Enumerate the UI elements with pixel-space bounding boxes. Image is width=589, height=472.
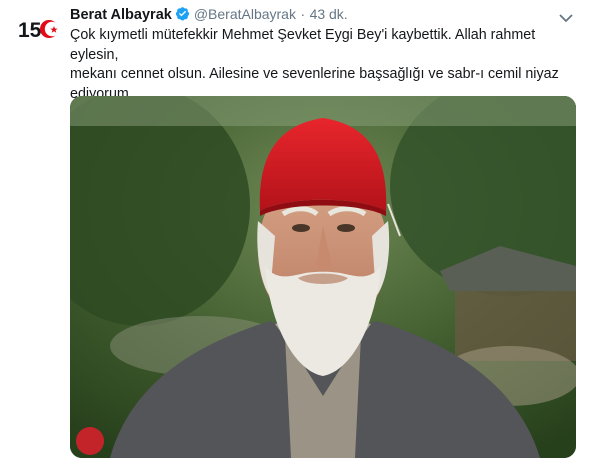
tweet-text: Çok kıymetli mütefekkir Mehmet Şevket Ey… xyxy=(70,26,580,104)
display-name[interactable]: Berat Albayrak xyxy=(70,7,172,23)
tweet-text-line: Çok kıymetli mütefekkir Mehmet Şevket Ey… xyxy=(70,27,536,63)
user-handle[interactable]: @BeratAlbayrak xyxy=(194,6,296,22)
avatar-text: 15 xyxy=(18,19,42,42)
tweet-photo[interactable] xyxy=(70,96,576,458)
verified-badge-icon xyxy=(175,6,190,26)
tweet-text-line: mekanı cennet olsun. Ailesine ve sevenle… xyxy=(70,66,559,82)
crescent-star-icon: 15 xyxy=(18,19,60,42)
tweet-timestamp[interactable]: 43 dk. xyxy=(310,6,348,22)
separator-dot: · xyxy=(300,6,306,22)
avatar[interactable]: 15 xyxy=(18,16,60,42)
tweet-header: Berat Albayrak @BeratAlbayrak · 43 dk. xyxy=(70,6,589,26)
